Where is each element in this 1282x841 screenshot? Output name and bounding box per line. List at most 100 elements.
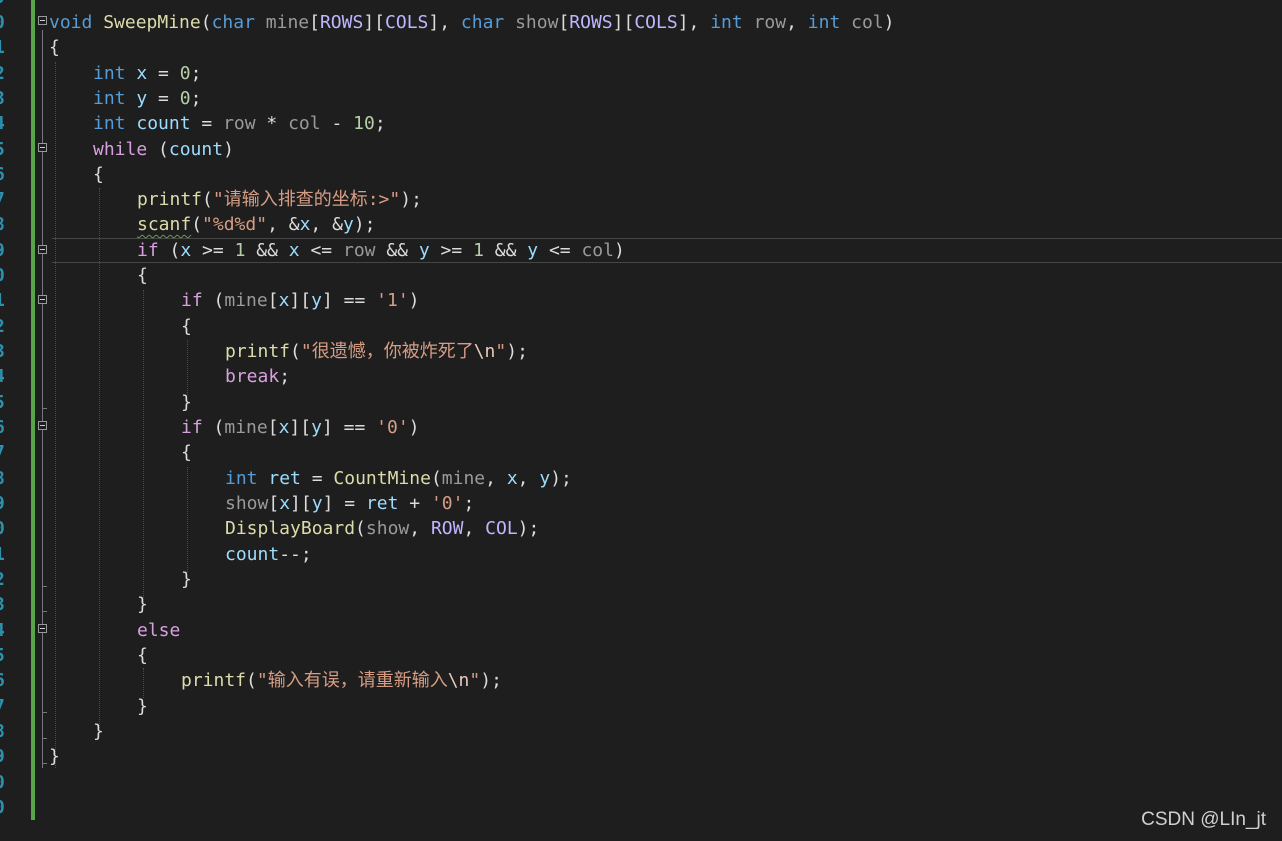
code-line: else xyxy=(137,620,181,641)
string-token: "输入有误，请重新输入 xyxy=(256,670,448,691)
punct-token: ) xyxy=(883,12,895,33)
code-line: if (mine[x][y] == '0') xyxy=(181,415,420,440)
keyword-token: char xyxy=(460,12,516,33)
code-line: printf("输入有误，请重新输入\n"); xyxy=(181,668,502,693)
control-keyword-token: while xyxy=(93,139,148,160)
punct-token: = xyxy=(300,468,334,489)
indent-guide xyxy=(187,340,188,395)
line-number: 4 xyxy=(0,364,12,389)
variable-token: x xyxy=(136,63,148,84)
keyword-token: int xyxy=(93,88,137,109)
indent-guide xyxy=(187,467,188,572)
line-number: 6 xyxy=(0,415,12,440)
indent-guide xyxy=(55,62,56,768)
variable-token: y xyxy=(311,417,322,438)
punct-token: ); xyxy=(400,189,422,210)
code-line: while (count) xyxy=(93,137,234,162)
code-line: } xyxy=(137,696,148,717)
collapse-toggle-icon[interactable] xyxy=(38,624,47,633)
variable-token: x xyxy=(278,290,290,311)
function-name-token: printf xyxy=(181,670,247,691)
punct-token: ][ xyxy=(363,12,386,33)
line-number: 4 xyxy=(0,618,12,643)
variable-token: x xyxy=(288,240,300,261)
line-number: 2 xyxy=(0,314,12,339)
param-token: row xyxy=(753,12,787,33)
line-number: 9 xyxy=(0,0,12,10)
line-number: 8 xyxy=(0,466,12,491)
line-number: 0 xyxy=(0,770,12,795)
collapse-toggle-icon[interactable] xyxy=(38,421,47,430)
keyword-token: int xyxy=(93,113,137,134)
line-number: 4 xyxy=(0,111,12,136)
watermark: CSDN @LIn_jt xyxy=(1141,809,1266,830)
punct-token: ) xyxy=(408,417,420,438)
code-line: int count = row * col - 10; xyxy=(93,111,386,136)
string-token: "很遗憾，你被炸死了 xyxy=(300,341,474,362)
line-number: 0 xyxy=(0,516,12,541)
param-token: show xyxy=(225,493,269,514)
line-number: 2 xyxy=(0,567,12,592)
punct-token: ] == xyxy=(321,417,377,438)
punct-token: ); xyxy=(550,468,572,489)
code-line: } xyxy=(137,594,148,615)
collapse-toggle-icon[interactable] xyxy=(38,143,47,152)
variable-token: ret xyxy=(268,468,301,489)
string-token: '0' xyxy=(430,493,464,514)
punct-token: = xyxy=(147,63,180,84)
function-name-token: printf xyxy=(137,189,203,210)
punct-token: ( xyxy=(355,518,366,539)
punct-token: ], xyxy=(428,12,461,33)
escape-token: \n xyxy=(473,341,496,362)
keyword-token: int xyxy=(807,12,852,33)
variable-token: x xyxy=(279,493,291,514)
fold-end-marker xyxy=(42,763,47,764)
code-line: void SweepMine(char mine[ROWS][COLS], ch… xyxy=(49,10,894,35)
param-token: mine xyxy=(441,468,486,489)
punct-token: ; xyxy=(190,88,202,109)
param-token: mine xyxy=(224,290,268,311)
punct-token: [ xyxy=(558,12,570,33)
param-token: row xyxy=(223,113,256,134)
collapse-toggle-icon[interactable] xyxy=(38,295,47,304)
line-number: 9 xyxy=(0,238,12,263)
code-line: printf("请输入排查的坐标:>"); xyxy=(137,187,422,212)
line-number: 5 xyxy=(0,643,12,668)
function-name-token: DisplayBoard xyxy=(225,518,356,539)
line-number: 1 xyxy=(0,35,12,60)
punct-token: ], xyxy=(677,12,711,33)
param-token: mine xyxy=(265,12,310,33)
punct-token: && xyxy=(375,240,419,261)
variable-token: x xyxy=(180,240,192,261)
code-editor[interactable]: 9 0 1 2 3 4 5 6 7 8 9 0 1 2 3 4 5 6 7 8 … xyxy=(0,0,1282,841)
collapse-toggle-icon[interactable] xyxy=(38,245,47,254)
punct-token: ( xyxy=(290,341,301,362)
line-number: 3 xyxy=(0,339,12,364)
punct-token: , & xyxy=(267,214,300,235)
punct-token: * xyxy=(255,113,289,134)
punct-token: ( xyxy=(202,417,225,438)
variable-token: y xyxy=(311,290,322,311)
line-number: 0 xyxy=(0,10,12,35)
keyword-token: int xyxy=(225,468,269,489)
variable-token: count xyxy=(136,113,191,134)
punct-token: ( xyxy=(147,139,169,160)
number-token: 1 xyxy=(234,240,246,261)
param-token: row xyxy=(342,240,376,261)
punct-token: >= xyxy=(429,240,474,261)
code-line: int ret = CountMine(mine, x, y); xyxy=(225,466,572,491)
string-token: "请输入排查的坐标:>" xyxy=(212,189,401,210)
line-number: 3 xyxy=(0,592,12,617)
keyword-token: void xyxy=(49,12,104,33)
punct-token: [ xyxy=(309,12,320,33)
punct-token: ; xyxy=(374,113,386,134)
collapse-toggle-icon[interactable] xyxy=(38,16,47,25)
punct-token: , xyxy=(786,12,808,33)
macro-token: ROWS xyxy=(319,12,364,33)
code-line: { xyxy=(93,164,104,185)
punct-token: [ xyxy=(268,493,280,514)
code-line: { xyxy=(49,37,60,58)
line-number: 2 xyxy=(0,61,12,86)
line-number: 1 xyxy=(0,288,12,313)
line-number: 6 xyxy=(0,668,12,693)
